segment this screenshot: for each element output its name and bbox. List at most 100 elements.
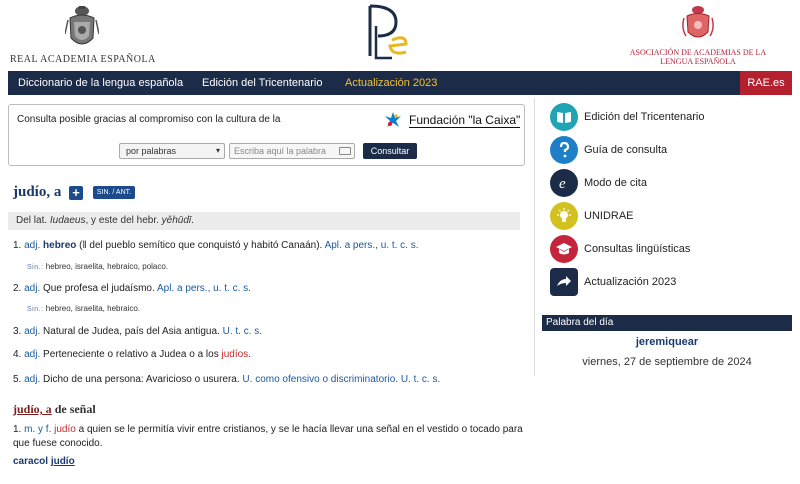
bulb-icon	[550, 202, 578, 230]
rae-logo[interactable]: REAL ACADEMIA ESPAÑOLA	[10, 4, 156, 66]
sidebar-item-consultas[interactable]: Consultas lingüísticas	[550, 235, 790, 263]
book-icon	[550, 103, 578, 131]
sense-highlight[interactable]: judío	[54, 424, 76, 435]
caixa-text: Fundación "la Caixa"	[409, 113, 521, 128]
sidebar-item-tricentenario[interactable]: Edición del Tricentenario	[550, 103, 790, 131]
sense-number: 5.	[13, 374, 22, 385]
expand-button[interactable]: +	[69, 186, 83, 200]
sense-text: Perteneciente o relativo a Judea o a los	[43, 349, 222, 360]
rae-crest-icon	[65, 6, 99, 45]
sense-end: .	[248, 349, 251, 360]
nav-rae-link[interactable]: RAE.es	[740, 71, 792, 95]
search-mode-select[interactable]: por palabras ▾	[119, 143, 225, 159]
sidebar-item-unidrae[interactable]: UNIDRAE	[550, 202, 790, 230]
sense-number: 3.	[13, 326, 22, 337]
etym-mid: , y este del hebr.	[85, 215, 162, 226]
synonyms-text[interactable]: hebreo, israelita, hebraico, polaco.	[46, 262, 168, 271]
synonyms-label: Sin.:	[27, 306, 44, 313]
search-input[interactable]: Escriba aquí la palabra	[229, 143, 355, 159]
word-of-day-word[interactable]: jeremiquear	[542, 336, 792, 348]
main-nav: Diccionario de la lengua española Edició…	[8, 71, 792, 95]
sense-5: 5. adj. Dicho de una persona: Avaricioso…	[13, 374, 440, 385]
sense-usage[interactable]: Apl. a pers., u. t. c. s.	[325, 240, 419, 251]
sense-abbr[interactable]: adj.	[24, 349, 40, 360]
sidebar-item-cita[interactable]: e Modo de cita	[550, 169, 790, 197]
synonyms-1: Sin.: hebreo, israelita, hebraico, polac…	[27, 262, 168, 271]
sponsor-caption: Consulta posible gracias al compromiso c…	[17, 114, 281, 125]
sidebar-item-label: Edición del Tricentenario	[584, 111, 705, 123]
sin-ant-button[interactable]: SIN. / ANT.	[93, 186, 135, 199]
etym-latin: Iudaeus	[49, 215, 86, 226]
synonyms-2: Sin.: hebreo, israelita, hebraico.	[27, 304, 140, 313]
asale-name-line2: LENGUA ESPAÑOLA	[660, 57, 736, 66]
asale-logo[interactable]: ASOCIACIÓN DE ACADEMIAS DE LA LENGUA ESP…	[628, 4, 768, 68]
sense-abbr[interactable]: adj.	[24, 240, 40, 251]
entry-lemma: judío, a	[13, 184, 62, 200]
sense-text: (‖ del pueblo semítico que conquistó y h…	[76, 240, 323, 251]
etym-pre: Del lat.	[16, 215, 50, 226]
sense-number: 2.	[13, 283, 22, 294]
dle-logo-icon[interactable]	[362, 0, 412, 62]
column-divider	[534, 98, 535, 376]
sidebar-item-label: Consultas lingüísticas	[584, 243, 691, 255]
sense-usage[interactable]: U. t. c. s.	[223, 326, 262, 337]
sense-number: 4.	[13, 349, 22, 360]
word-of-day-heading: Palabra del día	[542, 315, 792, 331]
sense-text: Natural de Judea, país del Asia antigua.	[43, 326, 220, 337]
sidebar-item-label: UNIDRAE	[584, 210, 634, 222]
asale-name: ASOCIACIÓN DE ACADEMIAS DE LA LENGUA ESP…	[628, 48, 768, 66]
caixa-logo[interactable]: Fundación "la Caixa"	[381, 110, 521, 130]
related-entry-word[interactable]: judío	[51, 456, 75, 467]
synonyms-text[interactable]: hebreo, israelita, hebraico.	[46, 304, 140, 313]
sense-text: Dicho de una persona: Avaricioso o usure…	[43, 374, 240, 385]
sense-text: a quien se le permitía vivir entre crist…	[13, 424, 523, 449]
sense-1: 1. adj. hebreo (‖ del pueblo semítico qu…	[13, 240, 419, 251]
search-mode-value: por palabras	[126, 146, 177, 156]
cite-icon: e	[550, 169, 578, 197]
etym-end: .	[191, 215, 194, 226]
sidebar-item-label: Guía de consulta	[584, 144, 668, 156]
sense-highlight[interactable]: judíos	[221, 349, 248, 360]
sense-abbr[interactable]: adj.	[24, 326, 40, 337]
question-icon	[550, 136, 578, 164]
sense-2: 2. adj. Que profesa el judaísmo. Apl. a …	[13, 283, 251, 294]
related-entry-pre: caracol	[13, 456, 51, 467]
sense-usage[interactable]: Apl. a pers., u. t. c. s.	[157, 283, 251, 294]
sense-abbr[interactable]: adj.	[24, 374, 40, 385]
related-entry-link[interactable]: caracol judío	[13, 456, 75, 467]
sense-crossref[interactable]: hebreo	[43, 240, 76, 251]
etymology: Del lat. Iudaeus, y este del hebr. yĕhūd…	[8, 212, 520, 230]
etym-hebrew: yĕhūdī	[161, 215, 192, 226]
svg-text:e: e	[559, 176, 566, 191]
asale-crest-icon	[682, 6, 714, 38]
sense-number: 1.	[13, 424, 22, 435]
sense-text: Que profesa el judaísmo.	[43, 283, 155, 294]
sidebar-item-label: Modo de cita	[584, 177, 647, 189]
graduation-icon	[550, 235, 578, 263]
sidebar-item-guia[interactable]: Guía de consulta	[550, 136, 790, 164]
sidebar-item-label: Actualización 2023	[584, 276, 677, 288]
sense-usage[interactable]: U. como ofensivo o discriminatorio. U. t…	[242, 374, 440, 385]
sense-number: 1.	[13, 240, 22, 251]
sub-entry-sense: 1. m. y f. judío a quien se le permitía …	[13, 423, 523, 451]
consultar-button[interactable]: Consultar	[363, 143, 417, 159]
site-header: REAL ACADEMIA ESPAÑOLA ASOCIACIÓN DE ACA…	[0, 0, 800, 70]
nav-tricentenario[interactable]: Edición del Tricentenario	[202, 77, 322, 89]
keyboard-icon[interactable]	[339, 147, 351, 155]
nav-actualizacion[interactable]: Actualización 2023	[345, 77, 437, 89]
sub-entry-lemma-base[interactable]: judío, a	[13, 402, 52, 416]
sidebar-item-actualizacion[interactable]: Actualización 2023	[550, 268, 790, 296]
synonyms-label: Sin.:	[27, 264, 44, 271]
rae-name: REAL ACADEMIA ESPAÑOLA	[10, 54, 156, 65]
caixa-star-icon	[385, 112, 401, 127]
sense-3: 3. adj. Natural de Judea, país del Asia …	[13, 326, 262, 337]
sense-abbr[interactable]: adj.	[24, 283, 40, 294]
sense-abbr[interactable]: m. y f.	[24, 424, 51, 435]
search-placeholder: Escriba aquí la palabra	[234, 146, 327, 156]
chevron-down-icon: ▾	[215, 146, 220, 155]
word-of-day-date: viernes, 27 de septiembre de 2024	[582, 356, 752, 368]
arrow-icon	[550, 268, 578, 296]
asale-name-line1: ASOCIACIÓN DE ACADEMIAS DE LA	[629, 48, 767, 57]
nav-diccionario[interactable]: Diccionario de la lengua española	[18, 77, 183, 89]
sense-4: 4. adj. Perteneciente o relativo a Judea…	[13, 349, 251, 360]
